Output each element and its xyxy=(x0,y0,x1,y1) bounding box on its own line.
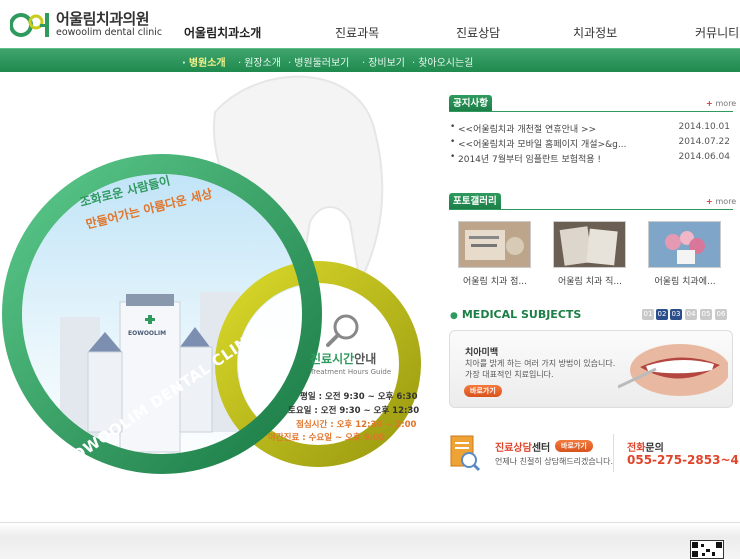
medical-subject-desc: 가장 대표적인 치료입니다. xyxy=(465,370,554,379)
hours-title-strong: 진료시간 xyxy=(310,352,355,366)
phone-number[interactable]: 055-275-2853~4 xyxy=(627,453,739,467)
hours-saturday: 토요일 : 오전 9:30 ~ 오후 12:30 xyxy=(288,406,420,416)
notice-item-date: 2014.10.01 xyxy=(678,122,730,132)
bullet-icon: • xyxy=(450,122,456,132)
subnav-item-director[interactable]: 원장소개 xyxy=(238,54,281,69)
notice-divider xyxy=(449,111,733,112)
gallery-divider xyxy=(449,209,733,210)
logo[interactable]: 어울림치과의원 eowoolim dental clinic xyxy=(10,8,163,42)
bullet-icon: • xyxy=(450,152,456,162)
medical-page-03[interactable]: 03 xyxy=(670,309,682,320)
medical-page-06[interactable]: 06 xyxy=(715,309,727,320)
logo-name: 어울림치과의원 xyxy=(56,10,150,28)
consult-title-accent: 진료상담 xyxy=(495,443,532,454)
logo-subtitle: eowoolim dental clinic xyxy=(56,27,163,38)
clipboard-icon xyxy=(450,435,481,472)
hours-title-rest: 안내 xyxy=(354,352,377,366)
notice-item-title[interactable]: <<어울림치과 개천절 연휴안내 >> xyxy=(458,122,648,135)
medical-subject-card: 치아미백 치아를 밝게 하는 여러 가지 방법이 있습니다. 가장 대표적인 치… xyxy=(449,330,733,408)
page: 어울림치과의원 eowoolim dental clinic 어울림치과소개 진… xyxy=(0,0,740,559)
gallery-more-link[interactable]: more xyxy=(706,197,737,206)
consult-title: 진료상담센터 xyxy=(495,439,550,454)
qr-code-icon[interactable] xyxy=(690,540,724,559)
notice-item[interactable]: • <<어울림치과 개천절 연휴안내 >> 2014.10.01 xyxy=(450,122,730,136)
gallery-caption[interactable]: 어울림 치과 직... xyxy=(546,274,634,287)
notice-item-date: 2014.06.04 xyxy=(678,152,730,162)
hours-lunch: 점심시간 : 오후 12:30 ~ 2:00 xyxy=(296,420,417,430)
notice-item-title[interactable]: 2014년 7월부터 임플란트 보험적용 ! xyxy=(458,152,648,165)
medical-page-04[interactable]: 04 xyxy=(685,309,697,320)
building-sign: EOWOOLIM xyxy=(128,330,167,337)
consult-title-rest: 센터 xyxy=(531,443,551,454)
hours-title: 진료시간안내 xyxy=(310,350,376,367)
bullet-icon: • xyxy=(450,137,456,147)
medical-subject-name: 치아미백 xyxy=(465,348,499,358)
notice-more-link[interactable]: more xyxy=(706,99,737,108)
consult-desc: 언제나 친절히 상담해드리겠습니다. xyxy=(495,457,614,466)
medical-subject-desc: 치아를 밝게 하는 여러 가지 방법이 있습니다. xyxy=(465,359,616,368)
header: 어울림치과의원 eowoolim dental clinic 어울림치과소개 진… xyxy=(0,0,740,48)
medical-page-02[interactable]: 02 xyxy=(656,309,668,320)
subnav-item-equipment[interactable]: 장비보기 xyxy=(362,54,405,69)
sub-nav: 병원소개 원장소개 병원둘러보기 장비보기 찾아오시는길 xyxy=(0,48,740,72)
documents-photo[interactable] xyxy=(553,221,626,268)
medical-go-button[interactable]: 바로가기 xyxy=(464,385,502,397)
smile-photo xyxy=(618,344,728,396)
phone-label: 전화문의 xyxy=(627,439,664,454)
gallery-caption[interactable]: 어울림 치과 점... xyxy=(451,274,539,287)
subnav-item-tour[interactable]: 병원둘러보기 xyxy=(288,54,349,69)
gnb-item-about[interactable]: 어울림치과소개 xyxy=(184,24,261,41)
logo-mark-icon xyxy=(10,13,49,37)
subnav-item-directions[interactable]: 찾아오시는길 xyxy=(412,54,473,69)
consult-center: 진료상담센터 바로가기 언제나 친절히 상담해드리겠습니다. 전화문의 055-… xyxy=(449,428,739,476)
medical-subjects-title: MEDICAL SUBJECTS xyxy=(450,308,581,321)
gallery-title[interactable]: 포토갤러리 xyxy=(449,193,501,210)
hours-subtitle: Treatment Hours Guide xyxy=(310,368,392,376)
footer xyxy=(0,522,740,559)
notice-title[interactable]: 공지사항 xyxy=(449,95,492,112)
notice-item[interactable]: • <<어울림치과 모바일 홈페이지 개설>&g... 2014.07.22 xyxy=(450,137,730,151)
main-nav: 어울림치과소개 진료과목 진료상담 치과정보 커뮤니티 xyxy=(178,24,740,42)
gnb-item-treatments[interactable]: 진료과목 xyxy=(335,24,379,41)
subnav-item-hospital-intro[interactable]: 병원소개 xyxy=(182,54,226,69)
notice-item-title[interactable]: <<어울림치과 모바일 홈페이지 개설>&g... xyxy=(458,137,648,150)
flowers-photo[interactable] xyxy=(648,221,721,268)
medical-page-05[interactable]: 05 xyxy=(700,309,712,320)
notice-item-date: 2014.07.22 xyxy=(678,137,730,147)
gnb-item-consultation[interactable]: 진료상담 xyxy=(456,24,500,41)
consult-go-button[interactable]: 바로가기 xyxy=(555,440,593,452)
gallery-caption[interactable]: 어울림 치과에... xyxy=(641,274,729,287)
hours-night: 야간진료 : 수요일 ~ 오후 9:00 xyxy=(268,433,385,443)
medical-page-01[interactable]: 01 xyxy=(642,309,654,320)
dental-tools-photo[interactable] xyxy=(458,221,531,268)
main-visual: 조화로운 사람들이 만들어가는 아름다운 세상 EOWOOLIM EOWOOLI… xyxy=(0,72,440,522)
consult-divider xyxy=(613,434,614,472)
notice-item[interactable]: • 2014년 7월부터 임플란트 보험적용 ! 2014.06.04 xyxy=(450,152,730,166)
gnb-item-community[interactable]: 커뮤니티 xyxy=(695,24,739,41)
hours-weekday: 평일 : 오전 9:30 ~ 오후 6:30 xyxy=(300,392,418,402)
gnb-item-dental-info[interactable]: 치과정보 xyxy=(573,24,617,41)
